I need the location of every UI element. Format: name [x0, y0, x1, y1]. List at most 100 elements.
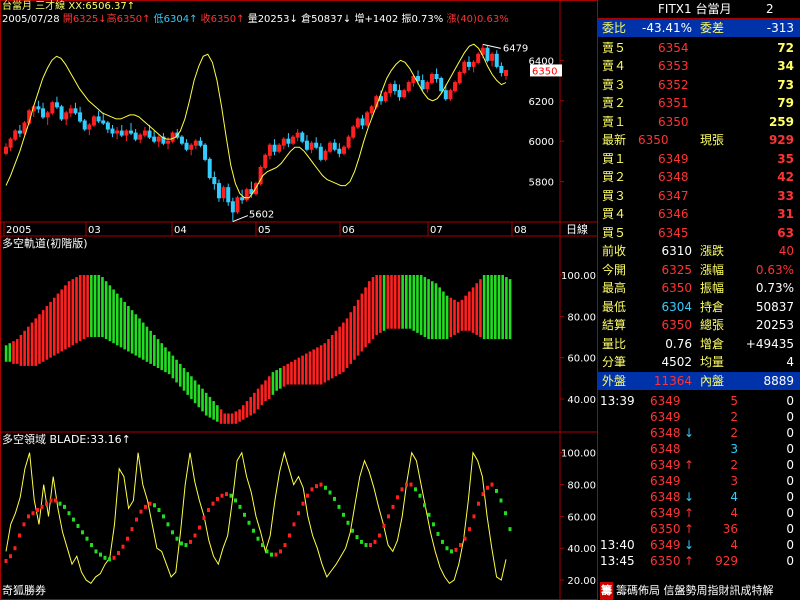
candle-body [13, 130, 18, 140]
candle-body [323, 150, 328, 160]
blade-signal-dot [265, 549, 269, 554]
stat-label: 增倉 [700, 336, 725, 351]
trend-bar [334, 330, 338, 377]
trend-bar [390, 275, 393, 329]
candle-body [485, 47, 490, 61]
candle-body [54, 102, 59, 108]
blade-signal-dot [508, 527, 512, 532]
ask-row: 賣３ 6352 73 [598, 76, 800, 94]
blade-signal-dot [342, 512, 345, 517]
candle-body [179, 136, 184, 144]
candle-body [230, 201, 235, 213]
candle-body [133, 132, 138, 140]
trend-bar [327, 339, 330, 381]
candle-body [388, 84, 393, 94]
trend-bar [345, 318, 349, 368]
trend-bar [323, 343, 327, 383]
trend-bar [171, 355, 175, 379]
last-row: 最新 6350 現張 929 [598, 131, 800, 149]
blade-signal-dot [90, 543, 93, 548]
high-annotation-label: 6479 [503, 43, 528, 54]
last-price: 6350 [638, 133, 669, 147]
blade-signal-dot [477, 501, 480, 506]
blade-signal-dot [225, 492, 228, 497]
candle-body [22, 122, 27, 134]
candle-body [286, 138, 291, 144]
candle-body [494, 53, 499, 67]
trend-bar [249, 396, 252, 416]
candle-body [91, 116, 96, 126]
bid-label: 買１ [602, 151, 627, 166]
ratio-value: -43.41% [642, 21, 693, 35]
trend-bar [408, 275, 412, 329]
x-tick-label: 07 [430, 225, 443, 236]
trend-bar [71, 279, 75, 346]
blade-signal-dot [378, 533, 381, 538]
trend-bar [175, 359, 178, 383]
footer-badge: 籌 [600, 582, 613, 600]
stat-label: 最低 [602, 299, 627, 314]
blade-signal-dot [202, 516, 206, 520]
trend-bar [371, 277, 375, 340]
stat-label: 總張 [700, 318, 725, 332]
trend-bar [360, 293, 364, 352]
low-annotation-line [232, 215, 249, 223]
blade-signal-dot [130, 527, 134, 532]
blade-signal-dot [382, 523, 386, 528]
trend-bar [93, 275, 97, 337]
blade-signal-dot [63, 504, 66, 509]
blade-signal-dot [216, 496, 219, 501]
blade-signal-dot [112, 555, 116, 560]
trend-bar [308, 351, 312, 385]
candle-body [138, 134, 143, 140]
blade-signal-dot [207, 508, 210, 513]
trend-bar [460, 299, 464, 331]
trend-bar [104, 281, 108, 340]
blade-signal-dot [40, 504, 44, 509]
trend-bar [30, 322, 34, 366]
trend-bar [453, 299, 456, 335]
candle-body [50, 102, 55, 114]
trend-bar [364, 287, 367, 348]
candle-body [383, 92, 388, 102]
candle-body [59, 106, 64, 120]
blade-signal-dot [405, 482, 408, 487]
bid-volume: 31 [777, 207, 794, 221]
stat-label: 漲跌 [700, 244, 725, 258]
x-tick-label: 06 [342, 225, 355, 236]
blade-signal-dot [400, 487, 404, 492]
candle-body [466, 61, 471, 67]
candle-body [462, 61, 467, 73]
candle-body [45, 112, 50, 118]
blade-signal-dot [153, 503, 156, 508]
trend-bar [127, 306, 130, 352]
trend-bar [405, 275, 408, 329]
blade-signal-dot [234, 498, 237, 503]
trend-bar [382, 275, 386, 331]
candle-body [434, 73, 439, 80]
blade-signal-dot [157, 508, 161, 513]
candle-body [420, 80, 425, 90]
footer-text: 籌碼佈局 信盤勢周指財訊成特解 [616, 584, 774, 597]
trend-bar [101, 277, 104, 337]
trend-bar [97, 275, 101, 337]
candle-body [142, 130, 147, 136]
candle-body [152, 136, 157, 142]
chart-area[interactable]: 58006000620064005602647963502005 03 04 05 06… [0, 0, 598, 600]
bid-label: 買４ [602, 207, 627, 221]
tick-time: 13:45 [600, 554, 635, 568]
trend-bar [145, 326, 149, 362]
candle-body [184, 142, 189, 150]
candle-body [291, 136, 296, 144]
blade-signal-dot [103, 555, 107, 560]
trend-bar [275, 370, 278, 391]
blade-signal-dot [171, 530, 174, 535]
blade-signal-dot [211, 501, 215, 506]
trend-bar [230, 413, 234, 424]
candle-body [504, 69, 508, 76]
blade-signal-dot [495, 488, 498, 493]
blade-signal-dot [288, 533, 291, 538]
trend-bar [297, 357, 301, 385]
trend-bar [290, 361, 293, 385]
blade-signal-dot [243, 512, 246, 517]
